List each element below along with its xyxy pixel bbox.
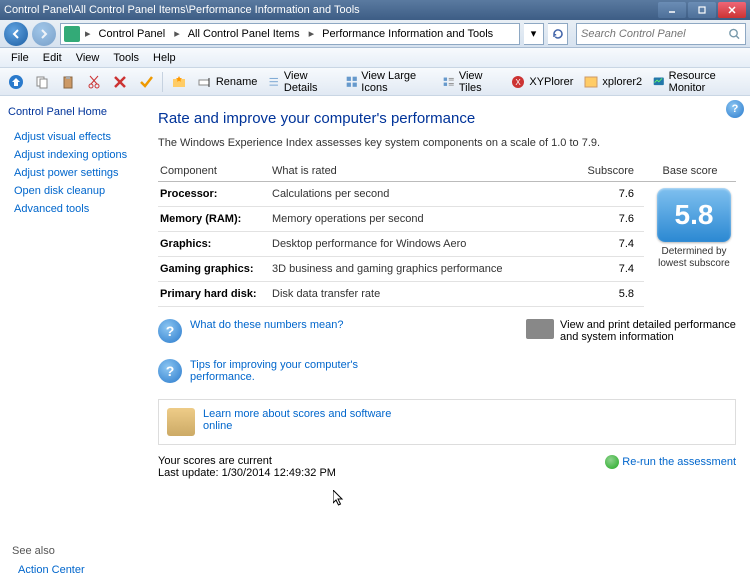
title-bar: Control Panel\All Control Panel Items\Pe… xyxy=(0,0,750,20)
content-pane: ? Rate and improve your computer's perfo… xyxy=(158,96,750,587)
address-bar-row: ▸ Control Panel ▸ All Control Panel Item… xyxy=(0,20,750,48)
paste-icon xyxy=(60,74,76,90)
sidebar-link-indexing[interactable]: Adjust indexing options xyxy=(8,146,150,164)
delete-icon xyxy=(112,74,128,90)
tips-link[interactable]: Tips for improving your computer's perfo… xyxy=(190,359,360,383)
rerun-assessment[interactable]: Re-run the assessment xyxy=(605,455,736,469)
status-area: Re-run the assessment Your scores are cu… xyxy=(158,455,736,479)
search-box[interactable] xyxy=(576,23,746,45)
view-print-link[interactable]: View and print detailed performance and … xyxy=(560,319,736,343)
print-info-box: View and print detailed performance and … xyxy=(526,311,736,391)
chevron-right-icon[interactable]: ▸ xyxy=(172,27,182,40)
chevron-right-icon[interactable]: ▸ xyxy=(307,27,317,40)
learn-more-box: Learn more about scores and software onl… xyxy=(158,399,736,445)
control-panel-home-link[interactable]: Control Panel Home xyxy=(8,106,150,118)
search-input[interactable] xyxy=(581,28,728,40)
breadcrumb-seg-2[interactable]: Performance Information and Tools xyxy=(316,24,500,44)
up-button[interactable] xyxy=(4,71,28,93)
view-details-button[interactable]: View Details xyxy=(263,71,338,93)
xplorer2-button[interactable]: xplorer2 xyxy=(579,71,646,93)
copy-icon xyxy=(34,74,50,90)
sidebar: Control Panel Home Adjust visual effects… xyxy=(0,96,158,587)
base-score-cell: 5.8 Determined by lowest subscore xyxy=(644,182,736,307)
see-also-section: See also Action Center xyxy=(12,545,91,579)
maximize-button[interactable] xyxy=(688,2,716,18)
col-subscore: Subscore xyxy=(569,161,644,182)
help-icon[interactable]: ? xyxy=(726,100,744,118)
folder-star-icon xyxy=(171,74,187,90)
col-rated: What is rated xyxy=(270,161,569,182)
xplorer2-icon xyxy=(583,74,599,90)
see-also-header: See also xyxy=(12,545,91,557)
cut-button[interactable] xyxy=(82,71,106,93)
close-button[interactable] xyxy=(718,2,746,18)
sidebar-link-power[interactable]: Adjust power settings xyxy=(8,164,150,182)
rename-button[interactable]: Rename xyxy=(193,71,262,93)
col-component: Component xyxy=(158,161,270,182)
xyplorer-button[interactable]: XXYPlorer xyxy=(506,71,577,93)
nav-forward-button[interactable] xyxy=(32,22,56,46)
delete-button[interactable] xyxy=(108,71,132,93)
search-icon xyxy=(728,27,741,41)
base-score-badge: 5.8 xyxy=(657,188,731,242)
svg-text:X: X xyxy=(516,78,522,87)
new-folder-button[interactable] xyxy=(167,71,191,93)
intro-text: The Windows Experience Index assesses ke… xyxy=(158,137,736,149)
menu-view[interactable]: View xyxy=(69,50,107,66)
what-numbers-link[interactable]: What do these numbers mean? xyxy=(190,319,343,331)
resource-monitor-button[interactable]: Resource Monitor xyxy=(648,71,746,93)
menu-tools[interactable]: Tools xyxy=(106,50,146,66)
tiles-icon xyxy=(442,74,455,90)
menu-bar: File Edit View Tools Help xyxy=(0,48,750,68)
view-tiles-button[interactable]: View Tiles xyxy=(438,71,504,93)
printer-icon xyxy=(526,319,554,339)
menu-edit[interactable]: Edit xyxy=(36,50,69,66)
question-icon: ? xyxy=(158,319,182,343)
up-arrow-icon xyxy=(8,74,24,90)
minimize-button[interactable] xyxy=(658,2,686,18)
menu-file[interactable]: File xyxy=(4,50,36,66)
rerun-link[interactable]: Re-run the assessment xyxy=(622,456,736,468)
base-score-caption: Determined by lowest subscore xyxy=(652,246,736,270)
view-large-icons-button[interactable]: View Large Icons xyxy=(341,71,437,93)
nav-back-button[interactable] xyxy=(4,22,28,46)
scores-table: Component What is rated Subscore Base sc… xyxy=(158,161,736,307)
breadcrumb-bar[interactable]: ▸ Control Panel ▸ All Control Panel Item… xyxy=(60,23,520,45)
xyplorer-icon: X xyxy=(510,74,526,90)
large-icons-icon xyxy=(345,74,359,90)
table-row: Processor: Calculations per second 7.6 5… xyxy=(158,182,736,207)
breadcrumb-seg-0[interactable]: Control Panel xyxy=(93,24,173,44)
sidebar-link-visual-effects[interactable]: Adjust visual effects xyxy=(8,128,150,146)
check-icon xyxy=(138,74,154,90)
sidebar-link-advanced-tools[interactable]: Advanced tools xyxy=(8,200,150,218)
chevron-right-icon[interactable]: ▸ xyxy=(83,27,93,40)
help-row: ? Tips for improving your computer's per… xyxy=(158,351,506,391)
details-icon xyxy=(267,74,280,90)
learn-more-link[interactable]: Learn more about scores and software onl… xyxy=(203,408,403,432)
refresh-button[interactable] xyxy=(548,23,568,45)
main-area: Control Panel Home Adjust visual effects… xyxy=(0,96,750,587)
see-also-action-center[interactable]: Action Center xyxy=(12,561,91,579)
page-heading: Rate and improve your computer's perform… xyxy=(158,110,736,127)
control-panel-icon xyxy=(64,26,80,42)
address-dropdown-button[interactable]: ▾ xyxy=(524,23,544,45)
toolbar: Rename View Details View Large Icons Vie… xyxy=(0,68,750,96)
toolbar-separator xyxy=(162,72,163,92)
software-icon xyxy=(167,408,195,436)
window-title: Control Panel\All Control Panel Items\Pe… xyxy=(4,4,656,16)
check-button[interactable] xyxy=(134,71,158,93)
help-row: ? What do these numbers mean? xyxy=(158,311,506,351)
paste-button[interactable] xyxy=(56,71,80,93)
refresh-green-icon xyxy=(605,455,619,469)
menu-help[interactable]: Help xyxy=(146,50,183,66)
question-icon: ? xyxy=(158,359,182,383)
sidebar-link-disk-cleanup[interactable]: Open disk cleanup xyxy=(8,182,150,200)
col-base: Base score xyxy=(644,161,736,182)
copy-button[interactable] xyxy=(30,71,54,93)
scissors-icon xyxy=(86,74,102,90)
resmon-icon xyxy=(652,74,666,90)
rename-icon xyxy=(197,74,213,90)
breadcrumb-seg-1[interactable]: All Control Panel Items xyxy=(182,24,307,44)
